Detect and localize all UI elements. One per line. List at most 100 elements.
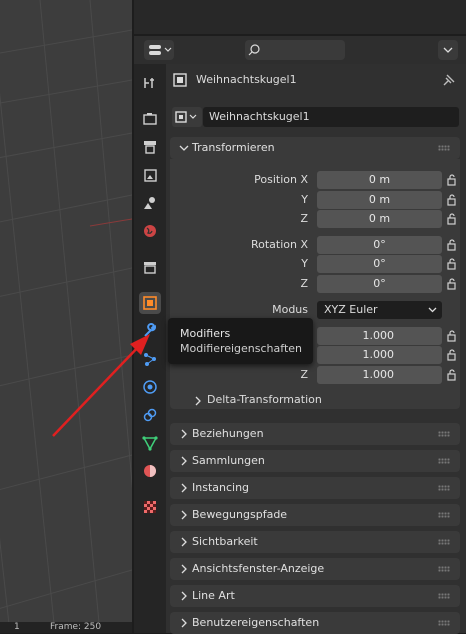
view-layer-icon bbox=[144, 169, 157, 182]
object-icon bbox=[143, 296, 157, 310]
scale-z-label: Z bbox=[300, 368, 308, 381]
object-name-field[interactable]: Weihnachtskugel1 bbox=[203, 107, 459, 127]
panel-header[interactable]: Bewegungspfade bbox=[170, 504, 460, 526]
chevron-right-icon bbox=[181, 510, 187, 520]
scale-y-field[interactable]: 1.000 bbox=[317, 346, 442, 364]
lock-icon[interactable] bbox=[446, 349, 458, 361]
top-area bbox=[134, 0, 466, 34]
drag-handle[interactable] bbox=[438, 593, 450, 599]
chevron-right-icon bbox=[181, 483, 187, 493]
scale-x-field[interactable]: 1.000 bbox=[317, 327, 442, 345]
panel-header[interactable]: Ansichtsfenster-Anzeige bbox=[170, 558, 460, 580]
panel-title: Sammlungen bbox=[192, 454, 265, 467]
tab-material[interactable] bbox=[139, 460, 161, 482]
tab-tool[interactable] bbox=[139, 72, 161, 94]
rotation-z-field[interactable]: 0° bbox=[317, 275, 442, 293]
properties-editor-icon bbox=[149, 45, 172, 55]
tab-modifiers[interactable] bbox=[139, 320, 161, 342]
rotation-mode-dropdown[interactable]: XYZ Euler bbox=[317, 301, 442, 319]
panel-header[interactable]: Line Art bbox=[170, 585, 460, 607]
drag-handle[interactable] bbox=[438, 566, 450, 572]
texture-icon bbox=[144, 501, 156, 513]
scale-y-value: 1.000 bbox=[362, 348, 395, 361]
lock-icon[interactable] bbox=[446, 174, 458, 186]
rotation-y-field[interactable]: 0° bbox=[317, 255, 442, 273]
object-icon bbox=[175, 111, 197, 123]
tab-view-layer[interactable] bbox=[139, 164, 161, 186]
rotation-x-field[interactable]: 0° bbox=[317, 236, 442, 254]
timeline-strip[interactable]: 1 Frame: 250 bbox=[0, 622, 132, 633]
search-icon bbox=[248, 44, 260, 56]
location-x-field[interactable]: 0 m bbox=[317, 171, 442, 189]
rotation-z-label: Z bbox=[300, 277, 308, 290]
output-icon bbox=[144, 141, 156, 154]
object-browse-button[interactable] bbox=[172, 107, 202, 127]
tab-data[interactable] bbox=[139, 432, 161, 454]
search-input[interactable] bbox=[245, 40, 345, 60]
chevron-down-icon bbox=[443, 47, 453, 53]
collection-icon bbox=[144, 262, 156, 274]
tab-constraints[interactable] bbox=[139, 404, 161, 426]
drag-handle[interactable] bbox=[438, 539, 450, 545]
frame-start: 1 bbox=[14, 622, 20, 632]
options-dropdown[interactable] bbox=[438, 40, 458, 60]
chevron-right-icon bbox=[195, 396, 201, 406]
tab-particles[interactable] bbox=[139, 348, 161, 370]
floor-grid bbox=[0, 0, 132, 633]
chevron-down-icon bbox=[428, 307, 437, 313]
panel-delta-transform-header[interactable]: Delta-Transformation bbox=[170, 390, 460, 410]
drag-handle[interactable] bbox=[438, 431, 450, 437]
panel-title: Instancing bbox=[192, 481, 250, 494]
tab-texture[interactable] bbox=[139, 496, 161, 518]
tab-output[interactable] bbox=[139, 136, 161, 158]
location-z-field[interactable]: 0 m bbox=[317, 210, 442, 228]
mesh-data-icon bbox=[142, 436, 158, 451]
lock-icon[interactable] bbox=[446, 258, 458, 270]
tool-icon bbox=[144, 78, 154, 88]
drag-handle[interactable] bbox=[438, 145, 450, 151]
panel-header[interactable]: Beziehungen bbox=[170, 423, 460, 445]
rotation-y-label: Y bbox=[301, 257, 308, 270]
drag-handle[interactable] bbox=[438, 620, 450, 626]
pin-icon[interactable] bbox=[442, 73, 456, 87]
world-icon bbox=[144, 225, 156, 237]
lock-icon[interactable] bbox=[446, 239, 458, 251]
tab-object[interactable] bbox=[139, 292, 161, 314]
drag-handle[interactable] bbox=[438, 458, 450, 464]
chevron-right-icon bbox=[181, 591, 187, 601]
lock-icon[interactable] bbox=[446, 369, 458, 381]
particles-icon bbox=[144, 353, 156, 366]
tab-world[interactable] bbox=[139, 220, 161, 242]
rotation-mode-label: Modus bbox=[272, 303, 308, 316]
tooltip: Modifiers Modifiereigenschaften bbox=[168, 318, 313, 364]
panel-header[interactable]: Benutzereigenschaften bbox=[170, 612, 460, 634]
drag-handle[interactable] bbox=[438, 512, 450, 518]
frame-end: Frame: 250 bbox=[50, 622, 102, 632]
tab-scene[interactable] bbox=[139, 192, 161, 214]
rotation-mode-value: XYZ Euler bbox=[324, 303, 378, 316]
lock-icon[interactable] bbox=[446, 330, 458, 342]
tab-physics[interactable] bbox=[139, 376, 161, 398]
render-icon bbox=[143, 113, 157, 125]
location-x-label: Position X bbox=[254, 173, 308, 186]
drag-handle[interactable] bbox=[438, 485, 450, 491]
rotation-x-label: Rotation X bbox=[250, 238, 308, 251]
scale-z-field[interactable]: 1.000 bbox=[317, 366, 442, 384]
tab-collection[interactable] bbox=[139, 256, 161, 278]
panel-header[interactable]: Sammlungen bbox=[170, 450, 460, 472]
wrench-icon bbox=[144, 323, 156, 337]
lock-icon[interactable] bbox=[446, 213, 458, 225]
panel-header[interactable]: Sichtbarkeit bbox=[170, 531, 460, 553]
3d-viewport[interactable]: 1 Frame: 250 bbox=[0, 0, 132, 633]
editor-type-button[interactable] bbox=[144, 40, 174, 60]
lock-icon[interactable] bbox=[446, 194, 458, 206]
tab-render[interactable] bbox=[139, 108, 161, 130]
panel-title: Bewegungspfade bbox=[192, 508, 288, 521]
properties-header bbox=[134, 36, 466, 64]
lock-icon[interactable] bbox=[446, 278, 458, 290]
chevron-right-icon bbox=[181, 429, 187, 439]
location-y-label: Y bbox=[301, 193, 308, 206]
panel-transform-header[interactable]: Transformieren bbox=[170, 137, 460, 159]
panel-header[interactable]: Instancing bbox=[170, 477, 460, 499]
location-y-field[interactable]: 0 m bbox=[317, 191, 442, 209]
